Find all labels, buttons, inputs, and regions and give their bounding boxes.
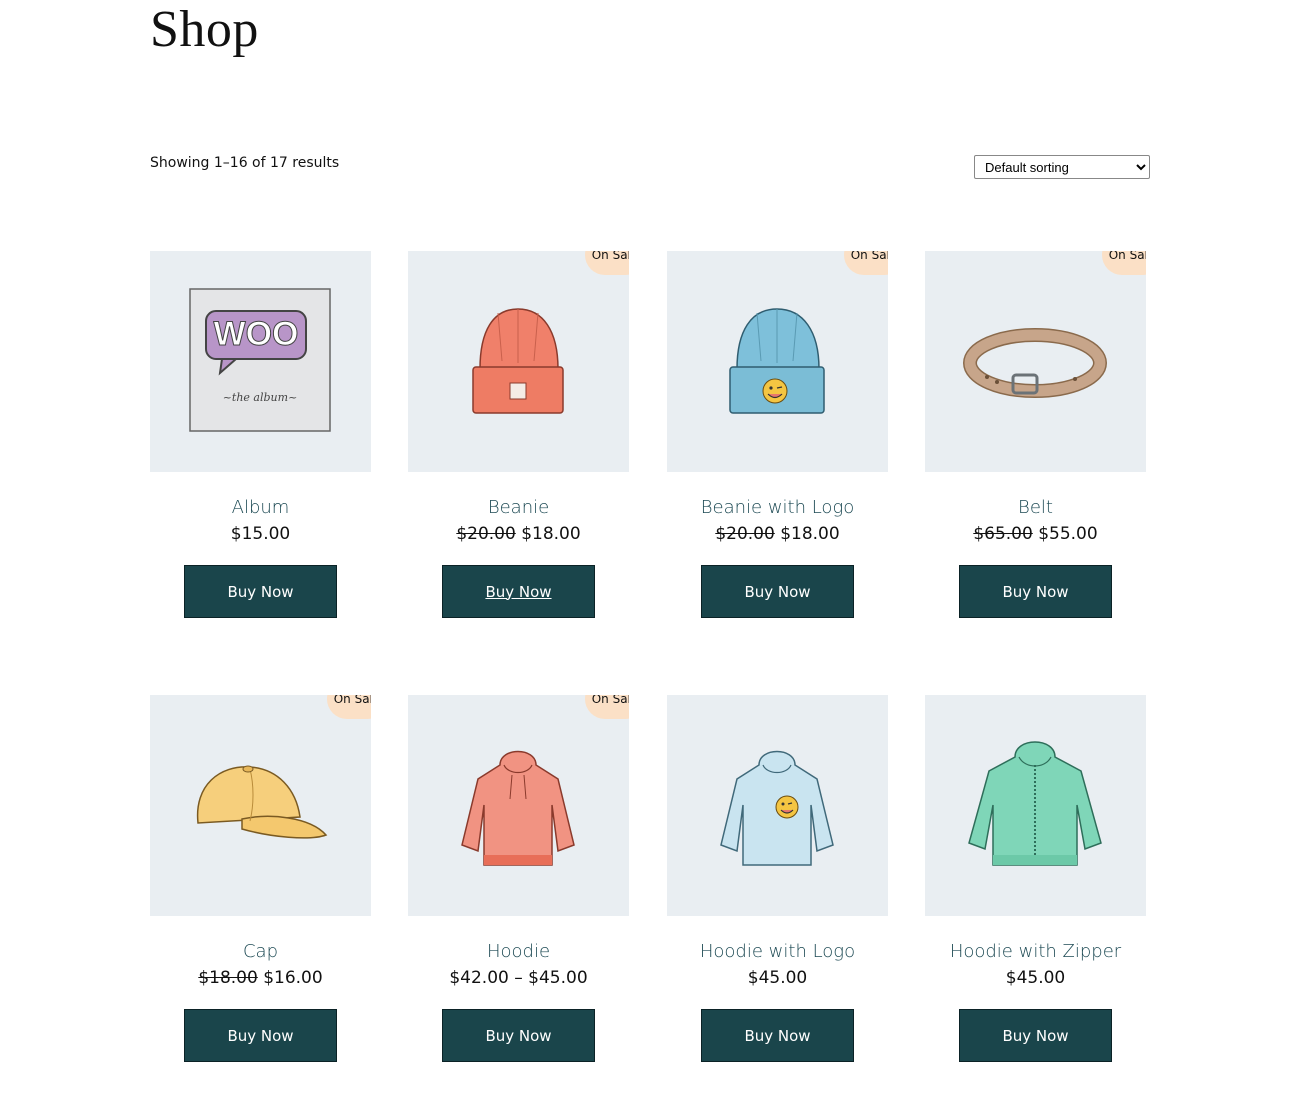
- product-price: $15.00: [150, 523, 371, 545]
- sale-price: $18.00: [780, 524, 840, 544]
- product-title[interactable]: Beanie: [408, 497, 629, 519]
- product-price: $18.00 $16.00: [150, 967, 371, 989]
- belt-icon: [963, 328, 1107, 398]
- product-price: $65.00 $55.00: [925, 523, 1146, 545]
- buy-now-button[interactable]: Buy Now: [959, 1009, 1112, 1062]
- svg-text:~the album~: ~the album~: [223, 391, 298, 404]
- beanie-logo-icon: [729, 308, 825, 414]
- product-image[interactable]: On Sale: [925, 251, 1146, 472]
- hoodie-icon: [461, 750, 575, 866]
- page-title: Shop: [150, 1, 259, 58]
- svg-text:WOO: WOO: [214, 315, 299, 353]
- hoodie-zipper-icon: [968, 741, 1102, 866]
- buy-now-label: Buy Now: [1002, 1026, 1069, 1045]
- regular-price: $20.00: [715, 524, 775, 544]
- buy-now-label: Buy Now: [744, 582, 811, 601]
- buy-now-button[interactable]: Buy Now: [442, 565, 595, 618]
- product-card: On Sale Beanie with Logo $20.00 $18.00 B…: [667, 251, 888, 618]
- product-card: On Sale Cap $18.00 $16.00 Buy Now: [150, 695, 371, 1062]
- product-title[interactable]: Hoodie: [408, 941, 629, 963]
- regular-price: $65.00: [973, 524, 1033, 544]
- buy-now-label: Buy Now: [485, 1026, 552, 1045]
- buy-now-label: Buy Now: [227, 582, 294, 601]
- product-image[interactable]: On Sale: [408, 695, 629, 916]
- product-price: $20.00 $18.00: [408, 523, 629, 545]
- product-title[interactable]: Cap: [150, 941, 371, 963]
- cap-icon: [196, 765, 328, 839]
- buy-now-label: Buy Now: [1002, 582, 1069, 601]
- regular-price: $18.00: [198, 968, 258, 988]
- current-price: $45.00: [747, 968, 808, 988]
- product-card: WOO ~the album~ Album $15.00 Buy Now: [150, 251, 371, 618]
- current-price: $45.00: [1005, 968, 1066, 988]
- product-card: On Sale Beanie $20.00 $18.00 Buy Now: [408, 251, 629, 618]
- buy-now-label: Buy Now: [744, 1026, 811, 1045]
- product-image[interactable]: WOO ~the album~: [150, 251, 371, 472]
- buy-now-button[interactable]: Buy Now: [959, 565, 1112, 618]
- product-card: Hoodie with Logo $45.00 Buy Now: [667, 695, 888, 1062]
- result-count: Showing 1–16 of 17 results: [150, 155, 340, 171]
- product-image[interactable]: On Sale: [408, 251, 629, 472]
- hoodie-logo-icon: [720, 750, 834, 866]
- price-range: $42.00 – $45.00: [449, 968, 588, 988]
- product-image[interactable]: On Sale: [150, 695, 371, 916]
- product-title[interactable]: Beanie with Logo: [667, 497, 888, 519]
- product-image[interactable]: [925, 695, 1146, 916]
- product-price: $42.00 – $45.00: [408, 967, 629, 989]
- album-icon: WOO ~the album~: [189, 288, 331, 432]
- product-price: $45.00: [925, 967, 1146, 989]
- product-card: On Sale Hoodie $42.00 – $45.00 Buy Now: [408, 695, 629, 1062]
- product-title[interactable]: Hoodie with Logo: [667, 941, 888, 963]
- beanie-icon: [472, 308, 564, 414]
- regular-price: $20.00: [456, 524, 516, 544]
- buy-now-button[interactable]: Buy Now: [184, 565, 337, 618]
- product-title[interactable]: Hoodie with Zipper: [925, 941, 1146, 963]
- product-image[interactable]: On Sale: [667, 251, 888, 472]
- buy-now-button[interactable]: Buy Now: [442, 1009, 595, 1062]
- product-title[interactable]: Album: [150, 497, 371, 519]
- product-title[interactable]: Belt: [925, 497, 1146, 519]
- buy-now-label: Buy Now: [227, 1026, 294, 1045]
- buy-now-button[interactable]: Buy Now: [184, 1009, 337, 1062]
- product-card: Hoodie with Zipper $45.00 Buy Now: [925, 695, 1146, 1062]
- product-image[interactable]: [667, 695, 888, 916]
- sale-price: $16.00: [263, 968, 323, 988]
- buy-now-button[interactable]: Buy Now: [701, 1009, 854, 1062]
- product-card: On Sale Belt $65.00 $55.00 Buy Now: [925, 251, 1146, 618]
- sale-price: $55.00: [1038, 524, 1098, 544]
- buy-now-button[interactable]: Buy Now: [701, 565, 854, 618]
- product-price: $20.00 $18.00: [667, 523, 888, 545]
- sale-price: $18.00: [521, 524, 581, 544]
- current-price: $15.00: [230, 524, 291, 544]
- sort-select[interactable]: Default sorting: [974, 155, 1150, 179]
- product-price: $45.00: [667, 967, 888, 989]
- buy-now-label: Buy Now: [485, 582, 552, 601]
